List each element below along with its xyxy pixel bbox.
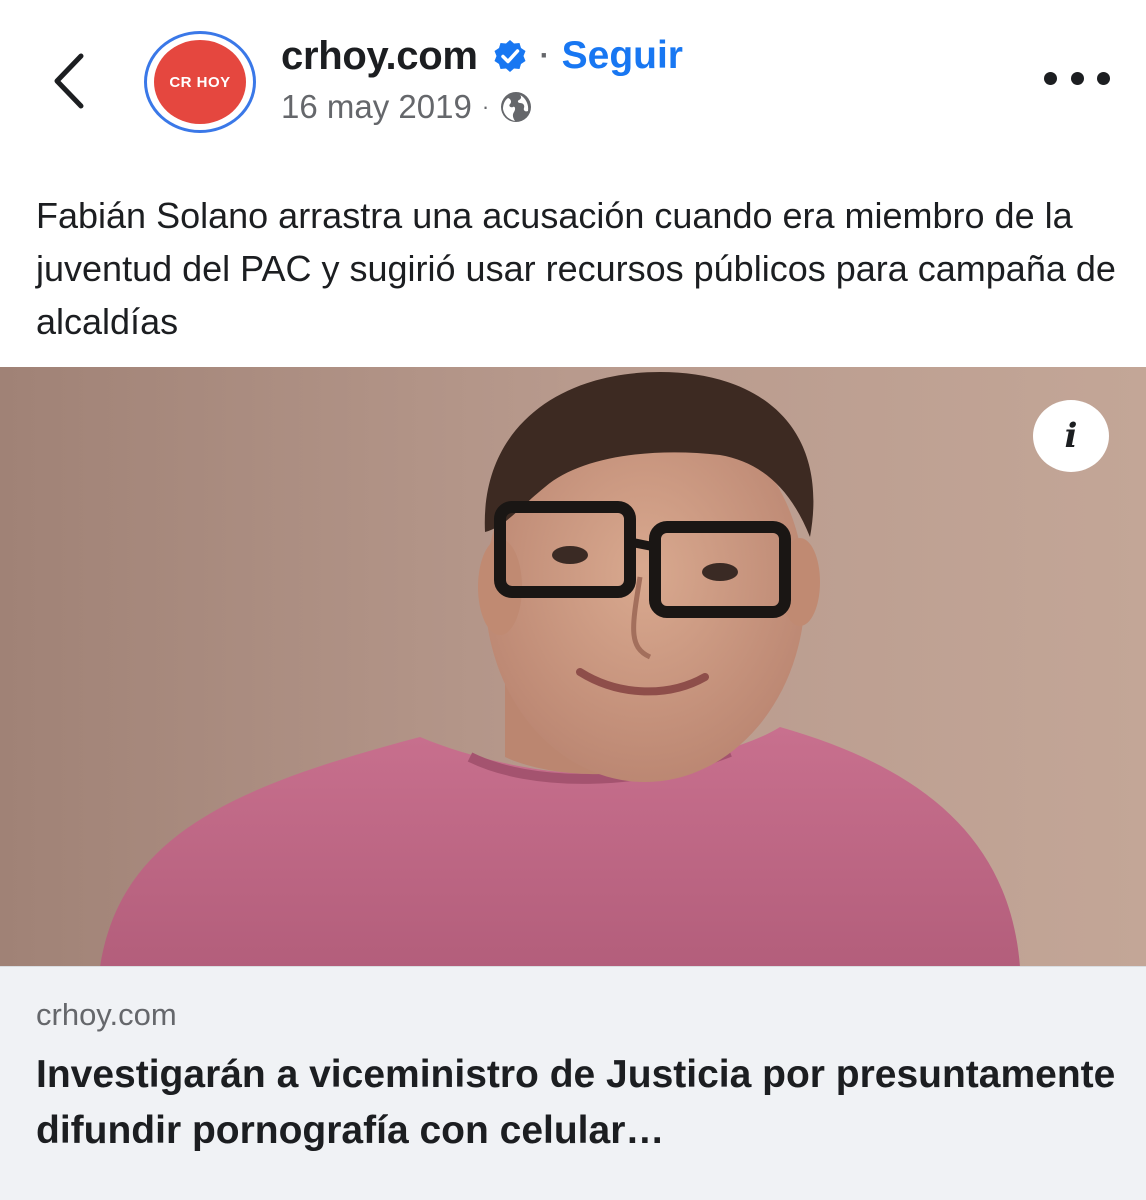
globe-icon	[499, 90, 533, 124]
more-dot	[1070, 71, 1084, 85]
back-button[interactable]	[44, 46, 94, 116]
page-name[interactable]: crhoy.com	[281, 34, 478, 79]
page-name-row: crhoy.com · Seguir	[281, 30, 683, 82]
follow-button[interactable]: Seguir	[562, 34, 683, 78]
avatar-logo-text: CR HOY	[169, 73, 231, 91]
verified-badge-icon	[492, 38, 528, 74]
chevron-left-icon	[54, 53, 84, 109]
post-meta: 16 may 2019 ·	[281, 84, 533, 130]
avatar-logo: CR HOY	[154, 40, 246, 124]
info-icon: i	[1064, 416, 1078, 456]
more-dot	[1097, 71, 1110, 85]
portrait-image	[0, 367, 1146, 967]
link-title: Investigarán a viceministro de Justicia …	[36, 1053, 1116, 1152]
post-date[interactable]: 16 may 2019	[281, 88, 472, 126]
header-separator: ·	[539, 39, 550, 72]
more-options-button[interactable]	[1044, 60, 1110, 96]
post-text: Fabián Solano arrastra una acusación cua…	[36, 195, 1116, 342]
info-button[interactable]: i	[1033, 400, 1109, 472]
more-horizontal-icon	[1044, 71, 1057, 85]
page-avatar[interactable]: CR HOY	[144, 31, 256, 133]
link-domain: crhoy.com	[36, 997, 177, 1032]
link-preview[interactable]: crhoy.com Investigarán a viceministro de…	[0, 966, 1146, 1200]
post-photo[interactable]	[0, 367, 1146, 967]
post-header: CR HOY crhoy.com · Seguir 16 may 2019 ·	[0, 0, 1146, 170]
meta-separator: ·	[481, 94, 490, 119]
